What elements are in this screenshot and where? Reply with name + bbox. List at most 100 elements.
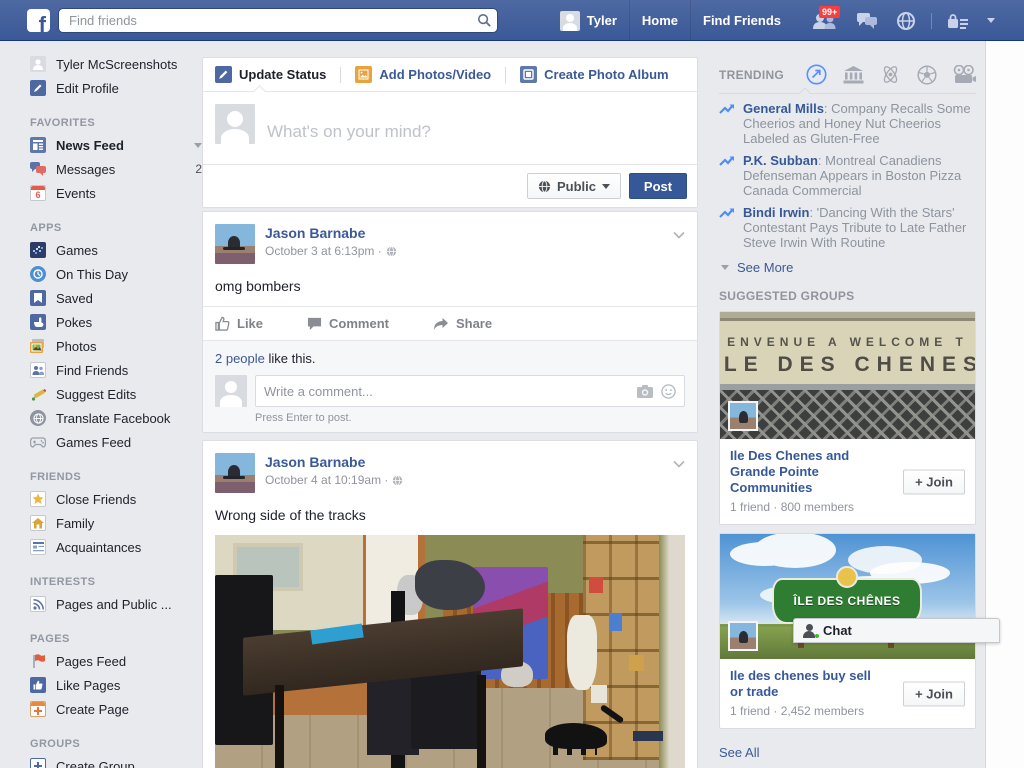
comment-button[interactable]: Comment (307, 316, 389, 331)
composer-footer: Public Post (203, 164, 697, 207)
author-name-link[interactable]: Jason Barnabe (265, 224, 397, 242)
share-button[interactable]: Share (433, 316, 492, 331)
tab-create-photo-album[interactable]: Create Photo Album (520, 66, 668, 83)
comment-label: Comment (329, 316, 389, 331)
tab-separator (505, 67, 506, 83)
post-menu-button[interactable] (673, 455, 685, 473)
sidebar-item-edit-profile[interactable]: Edit Profile (30, 76, 202, 100)
status-input[interactable] (267, 112, 685, 152)
settings-dropdown-button[interactable] (978, 0, 1004, 41)
sidebar-item-on-this-day[interactable]: On This Day (30, 262, 202, 286)
trending-entertainment-icon[interactable] (953, 65, 976, 84)
trending-item[interactable]: General Mills: Company Recalls Some Chee… (719, 101, 976, 146)
author-avatar[interactable] (215, 224, 255, 264)
notifications-button[interactable] (887, 0, 925, 41)
messages-button[interactable] (847, 0, 887, 41)
sidebar-item-pages-and-public[interactable]: Pages and Public ... (30, 592, 202, 616)
tab-update-status[interactable]: Update Status (215, 66, 326, 83)
attach-photo-icon[interactable] (637, 385, 653, 398)
group-name-link[interactable]: Ile des chenes buy sell or trade (730, 668, 880, 700)
friend-requests-button[interactable]: 99+ (803, 0, 847, 41)
post-timestamp[interactable]: October 4 at 10:19am · (265, 473, 403, 487)
trending-topic-link[interactable]: General Mills (743, 101, 824, 116)
post-button[interactable]: Post (629, 173, 687, 199)
find-friends-link[interactable]: Find Friends (690, 0, 793, 41)
tab-add-photos-video[interactable]: Add Photos/Video (355, 66, 491, 83)
on-this-day-icon (30, 266, 46, 282)
group-members-meta: 1 friend · 2,452 members (730, 704, 965, 718)
news-feed-options-icon[interactable] (194, 143, 202, 148)
sidebar-item-create-page[interactable]: Create Page (30, 697, 202, 721)
post-header: Jason Barnabe October 4 at 10:19am · (203, 441, 697, 493)
post-timestamp[interactable]: October 3 at 6:13pm · (265, 244, 397, 258)
search-bar[interactable] (58, 8, 498, 33)
trending-header: TRENDING (719, 64, 976, 85)
sidebar-profile[interactable]: Tyler McScreenshots (30, 52, 202, 76)
sidebar-item-close-friends[interactable]: Close Friends (30, 487, 202, 511)
sidebar-item-games-feed[interactable]: Games Feed (30, 430, 202, 454)
like-button[interactable]: Like (215, 316, 263, 331)
author-avatar[interactable] (215, 453, 255, 493)
post-menu-button[interactable] (673, 226, 685, 244)
join-group-button[interactable]: + Join (903, 681, 965, 706)
sidebar-item-family[interactable]: Family (30, 511, 202, 535)
sidebar-item-messages[interactable]: Messages 2 (30, 157, 202, 181)
trending-science-icon[interactable] (880, 64, 901, 85)
trending-see-more[interactable]: See More (721, 260, 976, 275)
privacy-selector-button[interactable]: Public (527, 173, 621, 199)
comment-composer (215, 375, 685, 407)
sidebar-item-pages-feed[interactable]: Pages Feed (30, 649, 202, 673)
author-name-link[interactable]: Jason Barnabe (265, 453, 403, 471)
trending-top-icon[interactable] (806, 64, 827, 85)
sidebar-item-games[interactable]: Games (30, 238, 202, 262)
trending-sports-icon[interactable] (917, 65, 937, 85)
trending-topic-link[interactable]: Bindi Irwin (743, 205, 809, 220)
sidebar-item-create-group[interactable]: Create Group (30, 754, 202, 768)
group-name-link[interactable]: Ile Des Chenes and Grande Pointe Communi… (730, 448, 895, 496)
sidebar-item-events[interactable]: 6 Events (30, 181, 202, 205)
composer-tabs: Update Status Add Photos/Video Create Ph… (203, 58, 697, 92)
trending-item[interactable]: Bindi Irwin: 'Dancing With the Stars' Co… (719, 205, 976, 250)
search-input[interactable] (59, 13, 471, 28)
trending-title: TRENDING (719, 68, 784, 82)
sidebar-item-photos[interactable]: Photos (30, 334, 202, 358)
sidebar-section-groups: GROUPS (30, 734, 202, 754)
commenter-avatar (215, 375, 247, 407)
trending-topic-link[interactable]: P.K. Subban (743, 153, 818, 168)
trending-item-text: Bindi Irwin: 'Dancing With the Stars' Co… (743, 205, 976, 250)
sign-text: ILE DES CHENES (720, 353, 975, 377)
chevron-down-icon (602, 184, 610, 189)
facebook-logo[interactable]: f (27, 9, 50, 32)
sidebar-item-pokes[interactable]: Pokes (30, 310, 202, 334)
emoji-icon[interactable] (661, 384, 676, 399)
sidebar-item-translate[interactable]: Translate Facebook (30, 406, 202, 430)
chat-bar[interactable]: Chat (793, 618, 1000, 643)
photo-detail (633, 731, 663, 741)
sidebar-item-label: Find Friends (56, 363, 202, 378)
sidebar-item-label: Translate Facebook (56, 411, 202, 426)
sidebar-item-acquaintances[interactable]: Acquaintances (30, 535, 202, 559)
profile-link[interactable]: Tyler (548, 0, 629, 41)
home-link[interactable]: Home (629, 0, 690, 41)
post-photo[interactable] (215, 535, 685, 768)
sidebar-item-like-pages[interactable]: Like Pages (30, 673, 202, 697)
likers-link[interactable]: 2 people (215, 351, 265, 366)
sidebar-item-suggest-edits[interactable]: Suggest Edits (30, 382, 202, 406)
join-group-button[interactable]: + Join (903, 469, 965, 494)
groups-see-all-link[interactable]: See All (719, 745, 759, 760)
comment-input-box[interactable] (255, 375, 685, 407)
group-cover-photo[interactable]: ENVENUE A WELCOME T ILE DES CHENES (720, 312, 975, 439)
sidebar-item-label: Events (56, 186, 202, 201)
trending-politics-icon[interactable] (843, 66, 864, 84)
news-feed-icon (30, 137, 46, 153)
photo-detail (477, 675, 486, 768)
search-icon[interactable] (471, 13, 497, 28)
comment-input[interactable] (264, 384, 629, 399)
trending-item[interactable]: P.K. Subban: Montreal Canadiens Defensem… (719, 153, 976, 198)
sidebar-item-news-feed[interactable]: News Feed (30, 133, 202, 157)
privacy-shortcuts-button[interactable] (938, 0, 978, 41)
navbar-separator (931, 13, 932, 29)
sidebar-item-find-friends[interactable]: Find Friends (30, 358, 202, 382)
sidebar-item-saved[interactable]: Saved (30, 286, 202, 310)
feed-post: Jason Barnabe October 3 at 6:13pm · omg … (202, 211, 698, 433)
